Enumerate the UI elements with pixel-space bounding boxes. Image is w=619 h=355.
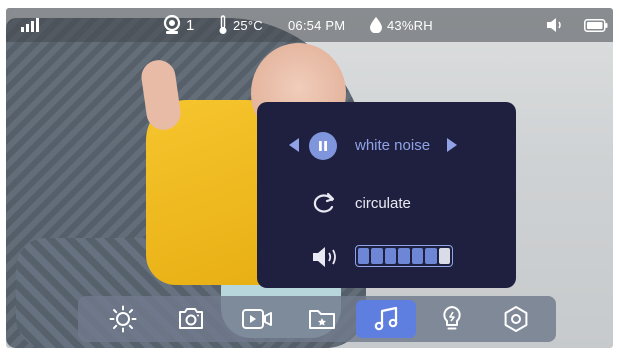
settings-icon [504, 306, 528, 332]
sun-icon [109, 305, 137, 333]
video-icon [242, 309, 272, 329]
humidity-indicator: 43%RH [370, 8, 433, 42]
humidity-value: 43%RH [387, 17, 433, 33]
volume-slider[interactable] [355, 245, 453, 267]
signal-bars-icon [21, 18, 39, 32]
files-button[interactable] [297, 300, 347, 338]
temperature-indicator: 25°C [218, 8, 263, 42]
battery-indicator [584, 8, 608, 42]
camera-view: 1 25°C 06:54 PM 43%RH white noise circul… [6, 8, 613, 348]
pause-button[interactable] [309, 132, 337, 160]
volume-row [257, 236, 516, 276]
play-mode-row[interactable]: circulate [257, 183, 516, 223]
prev-arrow-icon[interactable] [289, 138, 299, 152]
water-drop-icon [370, 17, 382, 33]
volume-icon [313, 247, 336, 267]
speaker-indicator[interactable] [546, 8, 564, 42]
record-button[interactable] [232, 300, 282, 338]
volume-segment [358, 248, 370, 264]
music-note-icon [374, 306, 398, 331]
circulate-icon [313, 192, 335, 213]
signal-indicator [20, 8, 40, 42]
folder-icon [309, 310, 335, 329]
volume-segment [384, 248, 397, 264]
volume-segment [425, 248, 437, 264]
thermometer-icon [219, 15, 227, 34]
camera-indicator: 1 [163, 8, 195, 42]
music-button[interactable] [356, 300, 416, 338]
play-mode-label: circulate [355, 194, 411, 212]
camera-count: 1 [186, 16, 195, 34]
speaker-icon [547, 18, 561, 32]
status-bar: 1 25°C 06:54 PM 43%RH [6, 8, 613, 42]
music-panel: white noise circulate [257, 102, 516, 288]
track-row: white noise [257, 125, 516, 165]
time-display: 06:54 PM [288, 8, 345, 42]
pause-icon [319, 141, 327, 151]
brightness-button[interactable] [98, 300, 148, 338]
volume-segment [371, 248, 383, 264]
volume-segment [411, 248, 424, 264]
track-name[interactable]: white noise [355, 125, 430, 165]
temperature-value: 25°C [233, 17, 263, 33]
snapshot-button[interactable] [166, 300, 216, 338]
settings-button[interactable] [491, 300, 541, 338]
next-arrow-icon[interactable] [447, 138, 457, 152]
night-light-button[interactable] [427, 300, 477, 338]
battery-icon [584, 18, 608, 32]
volume-segment [438, 248, 450, 264]
bottom-toolbar [78, 296, 556, 342]
bulb-icon [443, 306, 461, 330]
time-value: 06:54 PM [288, 17, 346, 33]
volume-segment [398, 248, 410, 264]
camera-icon [163, 15, 181, 34]
camera-icon [179, 308, 203, 329]
